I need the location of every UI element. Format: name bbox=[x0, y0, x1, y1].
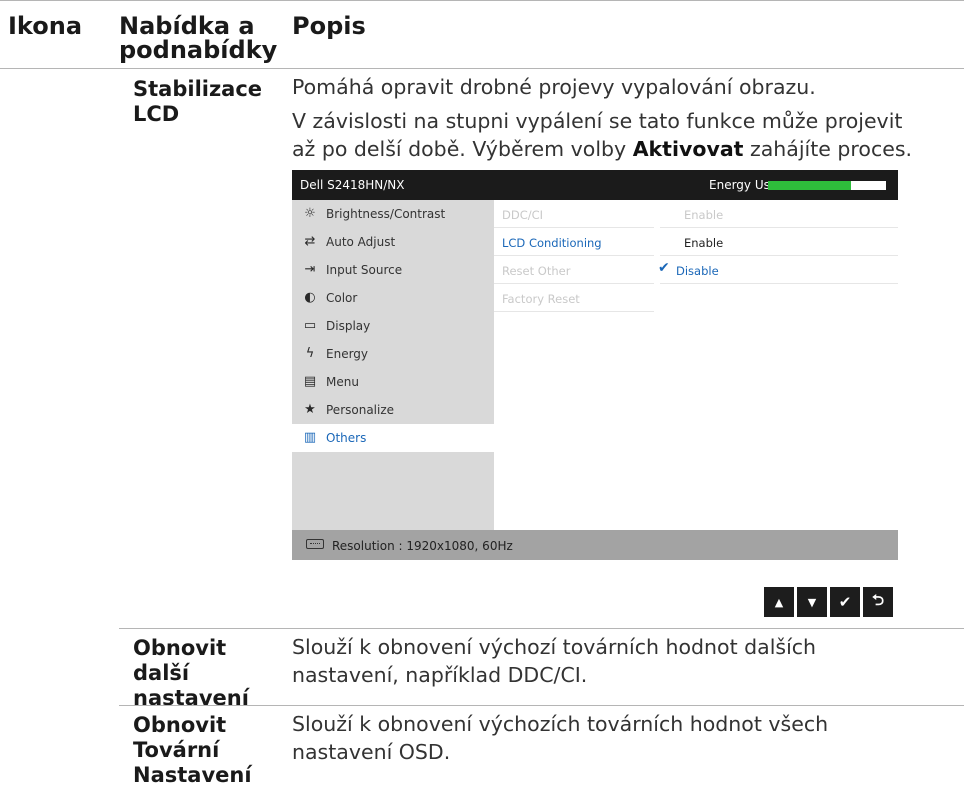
auto-adjust-icon: ⇄ bbox=[304, 234, 316, 249]
sidebar-item-label: Auto Adjust bbox=[326, 235, 396, 249]
header-description: Popis bbox=[292, 12, 366, 40]
row1-label-line1: Stabilizace bbox=[133, 77, 263, 101]
row1-label-line2: LCD bbox=[133, 102, 180, 126]
osd-title-bar: Dell S2418HN/NX Energy Use bbox=[292, 170, 898, 200]
sidebar-item-menu[interactable]: ▤ Menu bbox=[292, 368, 494, 396]
back-icon: ⮌ bbox=[871, 590, 884, 609]
others-icon: ▥ bbox=[303, 430, 317, 445]
sidebar-item-label: Input Source bbox=[326, 263, 403, 277]
row3-rule bbox=[119, 705, 964, 706]
row3-label-line1: Obnovit bbox=[133, 713, 227, 737]
color-icon: ◐ bbox=[304, 290, 316, 305]
sidebar-item-personalize[interactable]: ★ Personalize bbox=[292, 396, 494, 424]
checkmark-icon: ✔ bbox=[658, 260, 670, 276]
confirm-button[interactable]: ✔ bbox=[830, 587, 860, 617]
sidebar-item-display[interactable]: ▭ Display bbox=[292, 312, 494, 340]
input-source-icon: ⇥ bbox=[304, 262, 316, 277]
sidebar-item-label: Color bbox=[326, 291, 358, 305]
row3-desc-line1: Slouží k obnovení výchozích továrních ho… bbox=[292, 712, 829, 736]
header-menu-line1: Nabídka a bbox=[119, 12, 255, 40]
resolution-text: Resolution : 1920x1080, 60Hz bbox=[332, 539, 513, 553]
osd-status-bar: Resolution : 1920x1080, 60Hz bbox=[292, 530, 898, 560]
sidebar-item-label: Brightness/Contrast bbox=[326, 207, 446, 221]
option-lcd-conditioning[interactable]: LCD Conditioning Enable bbox=[494, 228, 898, 256]
osd-menu: Dell S2418HN/NX Energy Use ☼ Brightness/… bbox=[292, 170, 898, 560]
menu-icon: ▤ bbox=[303, 374, 317, 389]
option-label: Factory Reset bbox=[502, 292, 580, 306]
osd-model-name: Dell S2418HN/NX bbox=[300, 178, 405, 192]
option-value: Enable bbox=[684, 236, 724, 250]
row3-desc-line2: nastavení OSD. bbox=[292, 740, 451, 764]
row1-paragraph2-line2: až po delší době. Výběrem volby Aktivova… bbox=[292, 135, 912, 163]
sidebar-item-label: Energy bbox=[326, 347, 369, 361]
header-icon: Ikona bbox=[8, 12, 83, 40]
row3-label-line2: Tovární bbox=[133, 738, 220, 762]
row1-p2-post: zahájíte proces. bbox=[743, 137, 913, 161]
sidebar-item-label: Others bbox=[326, 431, 367, 445]
sidebar-item-label: Display bbox=[326, 319, 371, 333]
sun-icon: ☼ bbox=[304, 206, 316, 221]
sidebar-item-auto-adjust[interactable]: ⇄ Auto Adjust bbox=[292, 228, 494, 256]
star-icon: ★ bbox=[304, 402, 316, 417]
sidebar-item-label: Menu bbox=[326, 375, 359, 389]
option-factory-reset[interactable]: Factory Reset bbox=[494, 284, 898, 312]
check-icon: ✔ bbox=[838, 593, 852, 611]
hdmi-connector-icon bbox=[306, 539, 324, 549]
up-button[interactable]: ▲ bbox=[764, 587, 794, 617]
option-value: Enable bbox=[684, 208, 724, 222]
row2-label-line3: nastavení bbox=[133, 686, 249, 710]
row1-paragraph1: Pomáhá opravit drobné projevy vypalování… bbox=[292, 75, 816, 99]
row2-desc-line2: nastavení, například DDC/CI. bbox=[292, 663, 588, 687]
down-icon: ▼ bbox=[807, 595, 817, 609]
up-icon: ▲ bbox=[774, 595, 784, 609]
option-value: Disable bbox=[676, 264, 719, 278]
osd-options-panel: DDC/CI Enable LCD Conditioning Enable Re… bbox=[494, 200, 898, 530]
sidebar-item-color[interactable]: ◐ Color bbox=[292, 284, 494, 312]
option-ddc-ci[interactable]: DDC/CI Enable bbox=[494, 200, 898, 228]
sidebar-item-input-source[interactable]: ⇥ Input Source bbox=[292, 256, 494, 284]
header-menu-line2: podnabídky bbox=[119, 36, 278, 64]
row2-rule bbox=[119, 628, 964, 629]
row2-label-line2: další bbox=[133, 661, 190, 685]
energy-icon: ϟ bbox=[305, 346, 315, 361]
down-button[interactable]: ▼ bbox=[797, 587, 827, 617]
row1-paragraph2-line1: V závislosti na stupni vypálení se tato … bbox=[292, 109, 903, 133]
row3-label-line3: Nastavení bbox=[133, 763, 252, 787]
option-reset-other[interactable]: Reset Other ✔ Disable bbox=[494, 256, 898, 284]
sidebar-item-brightness-contrast[interactable]: ☼ Brightness/Contrast bbox=[292, 200, 494, 228]
monitor-icon: ▭ bbox=[303, 318, 317, 333]
divider bbox=[494, 311, 654, 312]
row1-p2-bold: Aktivovat bbox=[632, 137, 744, 161]
row2-label-line1: Obnovit bbox=[133, 636, 227, 660]
osd-nav-buttons: ▲ ▼ ✔ ⮌ bbox=[764, 587, 893, 617]
option-label: Reset Other bbox=[502, 264, 571, 278]
sidebar-item-energy[interactable]: ϟ Energy bbox=[292, 340, 494, 368]
header-rule bbox=[0, 68, 964, 69]
option-label: LCD Conditioning bbox=[502, 236, 602, 250]
option-label: DDC/CI bbox=[502, 208, 544, 222]
energy-meter-fill bbox=[768, 181, 851, 190]
top-rule bbox=[0, 0, 964, 1]
sidebar-item-label: Personalize bbox=[326, 403, 395, 417]
osd-sidebar: ☼ Brightness/Contrast ⇄ Auto Adjust ⇥ In… bbox=[292, 200, 494, 530]
energy-use-label: Energy Use bbox=[709, 178, 778, 192]
energy-meter bbox=[768, 181, 886, 190]
back-button[interactable]: ⮌ bbox=[863, 587, 893, 617]
row2-desc-line1: Slouží k obnovení výchozí továrních hodn… bbox=[292, 635, 817, 659]
row1-p2-pre: až po delší době. Výběrem volby bbox=[292, 137, 633, 161]
sidebar-item-others[interactable]: ▥ Others bbox=[292, 424, 494, 452]
